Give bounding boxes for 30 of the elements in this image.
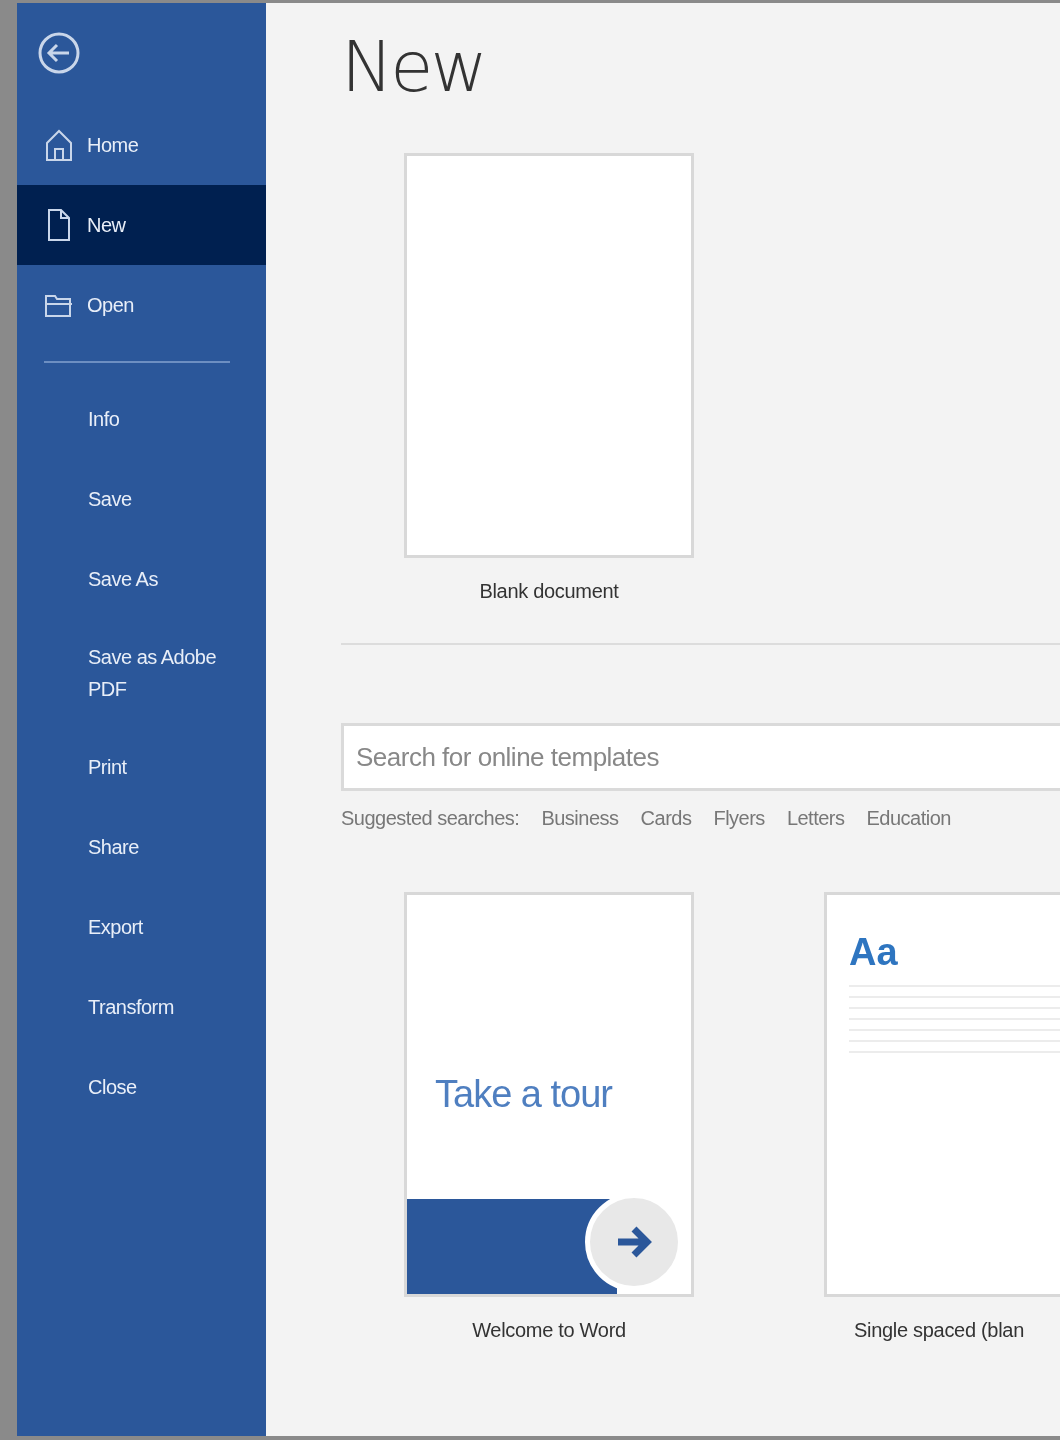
sidebar-item[interactable]: Share [17, 807, 266, 887]
sample-text: Aa [849, 931, 898, 974]
sidebar-item[interactable]: Info [17, 379, 266, 459]
suggested-link[interactable]: Education [866, 807, 951, 830]
sidebar-item[interactable]: Transform [17, 967, 266, 1047]
sidebar-item[interactable]: Save [17, 459, 266, 539]
sidebar-item[interactable]: Save as Adobe PDF [17, 619, 266, 727]
sidebar-item[interactable]: Open [17, 265, 266, 345]
template-thumbnail[interactable]: Aa [824, 892, 1060, 1297]
sidebar-item[interactable]: Home [17, 105, 266, 185]
search-field[interactable]: Search for online templates [341, 723, 1060, 791]
blank-document-thumbnail[interactable] [404, 153, 694, 558]
template-thumbnail[interactable]: Take a tour [404, 892, 694, 1297]
sidebar-item[interactable]: Close [17, 1047, 266, 1127]
template-caption: Welcome to Word [471, 1319, 627, 1342]
card-title: Take a tour [435, 1073, 612, 1116]
page-title: New [341, 25, 486, 109]
sidebar-item[interactable]: New [17, 185, 266, 265]
suggested-link[interactable]: Letters [786, 807, 845, 830]
suggested-link[interactable]: Business [541, 807, 619, 830]
sidebar-item[interactable]: Save As [17, 539, 266, 619]
home-icon [43, 127, 75, 163]
template-caption: Blank document [478, 580, 620, 603]
template-caption: Single spaced (blan [853, 1319, 1025, 1342]
suggested-link[interactable]: Flyers [713, 807, 765, 830]
suggested-link[interactable]: Cards [640, 807, 692, 830]
sidebar-item[interactable]: Print [17, 727, 266, 807]
sidebar-item[interactable]: Export [17, 887, 266, 967]
back-button[interactable] [37, 31, 81, 75]
suggested-label: Suggested searches: [341, 807, 520, 830]
